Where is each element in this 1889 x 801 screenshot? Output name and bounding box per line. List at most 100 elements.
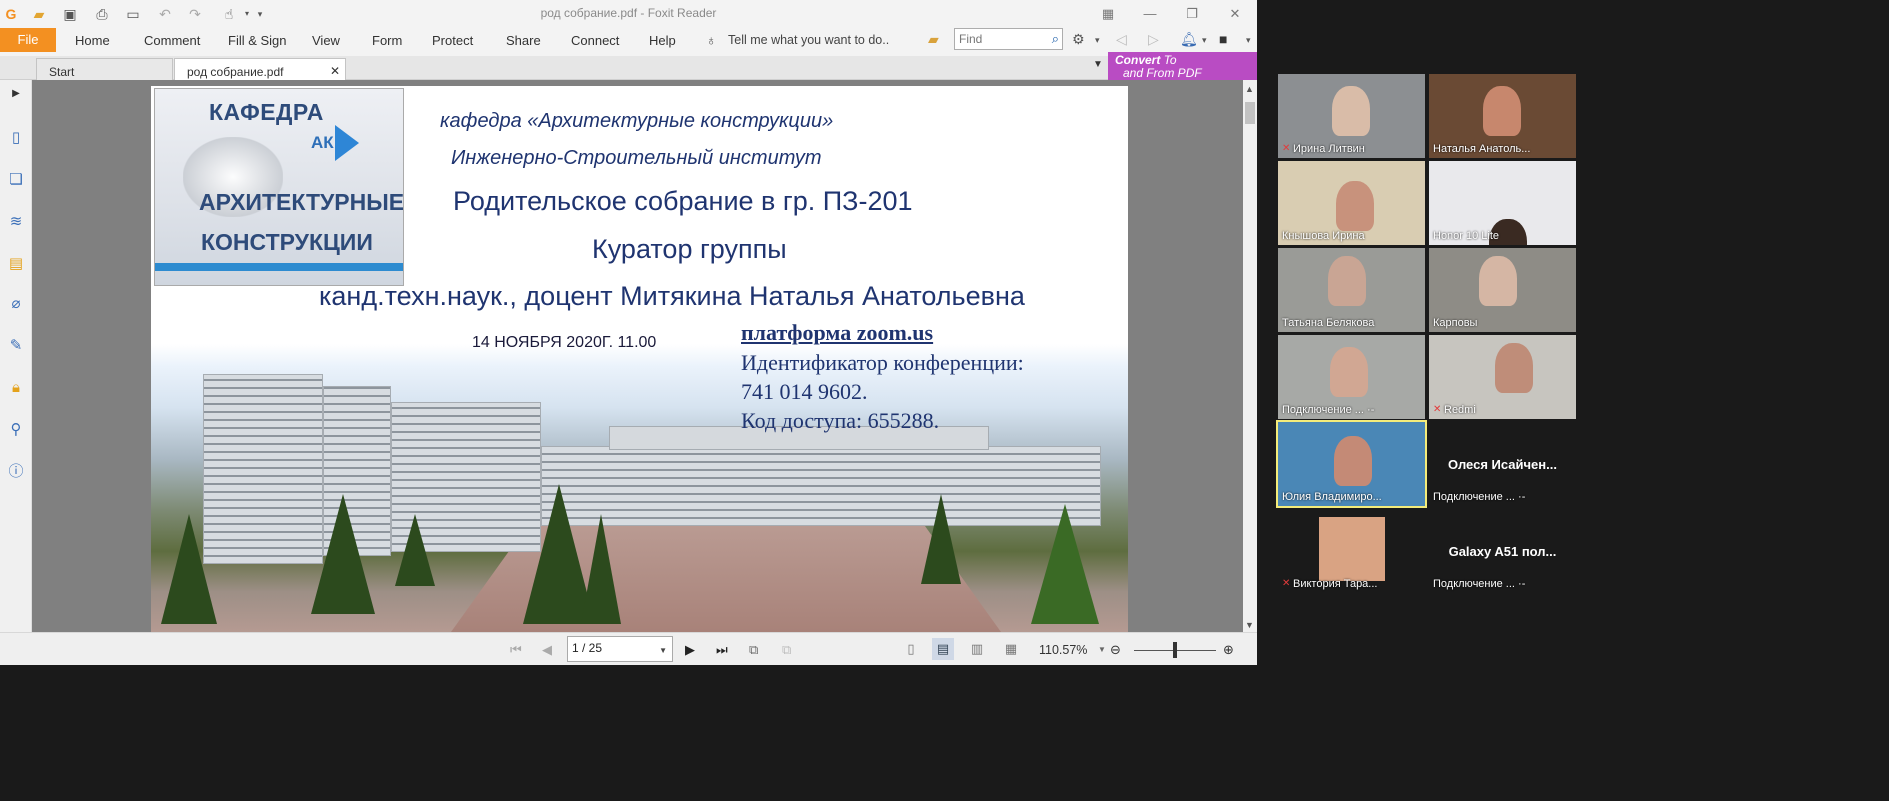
- split-view-icon[interactable]: ⧉: [782, 642, 791, 658]
- conference-id-label: Идентификатор конференции:: [741, 350, 1024, 375]
- back-icon[interactable]: ◁: [1116, 31, 1127, 48]
- ribbon-tabs: File Home Comment Fill & Sign View Form …: [0, 28, 1257, 56]
- chevron-down-icon[interactable]: ▾: [1095, 35, 1100, 46]
- previous-page-icon[interactable]: ◀: [542, 642, 552, 658]
- participant-tile[interactable]: Galaxy A51 пол... Подключение ... ·-: [1429, 509, 1576, 593]
- muted-mic-icon: ✕: [1282, 578, 1291, 589]
- zoom-participants-gallery: ✕ Ирина Литвин Наталья Анатоль... Кнышов…: [1257, 0, 1576, 665]
- platform-link[interactable]: платформа zoom.us: [741, 320, 933, 346]
- tab-protect[interactable]: Protect: [432, 33, 473, 48]
- convert-pdf-banner[interactable]: Convert To and From PDF: [1108, 52, 1257, 80]
- department-heading: кафедра «Архитектурные конструкции»: [440, 110, 834, 132]
- zoom-out-icon[interactable]: ⊖: [1110, 642, 1121, 658]
- document-info-icon[interactable]: ⓘ: [6, 462, 26, 482]
- next-page-icon[interactable]: ▶: [685, 642, 695, 658]
- search-icon[interactable]: ⌕: [1052, 31, 1059, 47]
- tab-form[interactable]: Form: [372, 33, 402, 48]
- forward-icon[interactable]: ▷: [1148, 31, 1159, 48]
- conference-id: 741 014 9602.: [741, 379, 868, 404]
- single-page-view-button[interactable]: ▯: [900, 638, 922, 660]
- participant-tile[interactable]: ✕ Виктория Тара...: [1278, 509, 1425, 593]
- find-input[interactable]: Find ⌕: [954, 28, 1063, 50]
- tab-start[interactable]: Start: [36, 58, 173, 80]
- restore-button[interactable]: ❐: [1181, 4, 1203, 24]
- tab-document[interactable]: род собрание.pdf: [174, 58, 346, 80]
- participant-video-thumb: [1319, 517, 1385, 581]
- tab-view[interactable]: View: [312, 33, 340, 48]
- lightbulb-icon: ♁: [706, 32, 717, 48]
- search-tool-icon[interactable]: ⚲: [6, 420, 26, 440]
- participant-tile[interactable]: Карповы: [1429, 248, 1576, 332]
- scroll-thumb[interactable]: [1245, 102, 1255, 124]
- meeting-date: 14 НОЯБРЯ 2020Г. 11.00: [472, 334, 657, 351]
- user-icon[interactable]: ■: [1219, 31, 1227, 47]
- department-logo: КАФЕДРА АК АРХИТЕКТУРНЫЕ КОНСТРУКЦИИ: [154, 88, 404, 286]
- lock-icon[interactable]: 🔒︎: [6, 378, 26, 398]
- participant-tile[interactable]: Подключение ... ·-: [1278, 335, 1425, 419]
- minimize-button[interactable]: —: [1139, 4, 1161, 24]
- page-thumbnails-icon[interactable]: ▯: [6, 128, 26, 148]
- chevron-down-icon[interactable]: ▼: [1098, 645, 1106, 654]
- file-menu-button[interactable]: File: [0, 28, 56, 52]
- participant-display-name: Galaxy A51 пол...: [1448, 544, 1557, 559]
- access-code: Код доступа: 655288.: [741, 408, 940, 433]
- first-page-icon[interactable]: ⏮: [510, 642, 522, 658]
- tell-me-search[interactable]: Tell me what you want to do..: [728, 33, 889, 47]
- comments-icon[interactable]: ▤: [6, 254, 26, 274]
- chevron-down-icon[interactable]: ▼: [659, 646, 667, 655]
- close-button[interactable]: ✕: [1224, 4, 1246, 24]
- chevron-down-icon[interactable]: ▾: [1202, 35, 1207, 46]
- document-tab-bar: Start род собрание.pdf ✕ ▼: [0, 56, 1257, 80]
- gear-icon[interactable]: ⚙: [1072, 31, 1085, 48]
- tab-fill-sign[interactable]: Fill & Sign: [228, 33, 287, 48]
- window-title: род собрание.pdf - Foxit Reader: [540, 6, 717, 20]
- pdf-page: КАФЕДРА АК АРХИТЕКТУРНЫЕ КОНСТРУКЦИИ каф…: [151, 86, 1128, 632]
- participant-tile[interactable]: Татьяна Белякова: [1278, 248, 1425, 332]
- tab-home[interactable]: Home: [75, 33, 110, 48]
- layout-icon[interactable]: ▦: [1097, 4, 1119, 24]
- meeting-title: Родительское собрание в гр. ПЗ-201: [453, 186, 913, 216]
- attachments-icon[interactable]: ⌀: [6, 294, 26, 314]
- close-tab-icon[interactable]: ✕: [330, 64, 340, 78]
- tab-share[interactable]: Share: [506, 33, 541, 48]
- signature-icon[interactable]: ✎: [6, 336, 26, 356]
- active-speaker-tile[interactable]: Юлия Владимиро...: [1276, 420, 1427, 508]
- chevron-down-icon[interactable]: ▾: [1246, 35, 1251, 46]
- zoom-level[interactable]: 110.57%: [1039, 643, 1087, 657]
- participant-tile[interactable]: Олеся Исайчен... Подключение ... ·-: [1429, 422, 1576, 506]
- tab-list-chevron-icon[interactable]: ▼: [1093, 59, 1103, 70]
- title-bar: G ▰ ▣ ⎙ ▭ ↶ ↷ ☝ ▾ ▾ род собрание.pdf - F…: [0, 0, 1257, 28]
- facing-view-button[interactable]: ▥: [966, 638, 988, 660]
- muted-mic-icon: ✕: [1282, 143, 1291, 154]
- participant-tile[interactable]: Кнышова Ирина: [1278, 161, 1425, 245]
- layers-icon[interactable]: ≋: [6, 212, 26, 232]
- scroll-down-icon[interactable]: ▼: [1245, 620, 1254, 630]
- muted-mic-icon: ✕: [1433, 404, 1442, 415]
- tab-help[interactable]: Help: [649, 33, 676, 48]
- last-page-icon[interactable]: ⏭: [716, 642, 728, 658]
- zoom-in-icon[interactable]: ⊕: [1223, 642, 1234, 658]
- tab-comment[interactable]: Comment: [144, 33, 200, 48]
- find-folder-icon[interactable]: ▰: [928, 31, 939, 48]
- institute-heading: Инженерно-Строительный институт: [451, 147, 822, 169]
- bell-icon[interactable]: 🔔︎: [1180, 31, 1198, 48]
- participant-tile[interactable]: Наталья Анатоль...: [1429, 74, 1576, 158]
- zoom-slider-handle[interactable]: [1173, 642, 1177, 658]
- continuous-facing-view-button[interactable]: ▦: [1000, 638, 1022, 660]
- participant-tile[interactable]: ✕ Ирина Литвин: [1278, 74, 1425, 158]
- participant-tile[interactable]: Honor 10 Lite: [1429, 161, 1576, 245]
- document-viewer[interactable]: КАФЕДРА АК АРХИТЕКТУРНЫЕ КОНСТРУКЦИИ каф…: [32, 80, 1243, 632]
- pages-icon[interactable]: ❏: [6, 170, 26, 190]
- navigation-sidebar: ▶ ▯ ❏ ≋ ▤ ⌀ ✎ 🔒︎ ⚲ ⓘ: [0, 80, 32, 632]
- scroll-up-icon[interactable]: ▲: [1245, 84, 1254, 94]
- expand-panel-icon[interactable]: ▶: [6, 84, 26, 104]
- participant-tile[interactable]: ✕ Redmi: [1429, 335, 1576, 419]
- curator-label: Куратор группы: [592, 234, 787, 264]
- vertical-scrollbar[interactable]: ▲ ▼: [1243, 80, 1257, 632]
- foxit-reader-window: G ▰ ▣ ⎙ ▭ ↶ ↷ ☝ ▾ ▾ род собрание.pdf - F…: [0, 0, 1257, 665]
- participant-display-name: Олеся Исайчен...: [1448, 457, 1557, 472]
- rotate-view-icon[interactable]: ⧉: [749, 642, 758, 658]
- page-number-field[interactable]: 1 / 25 ▼: [567, 636, 673, 662]
- continuous-view-button[interactable]: ▤: [932, 638, 954, 660]
- tab-connect[interactable]: Connect: [571, 33, 619, 48]
